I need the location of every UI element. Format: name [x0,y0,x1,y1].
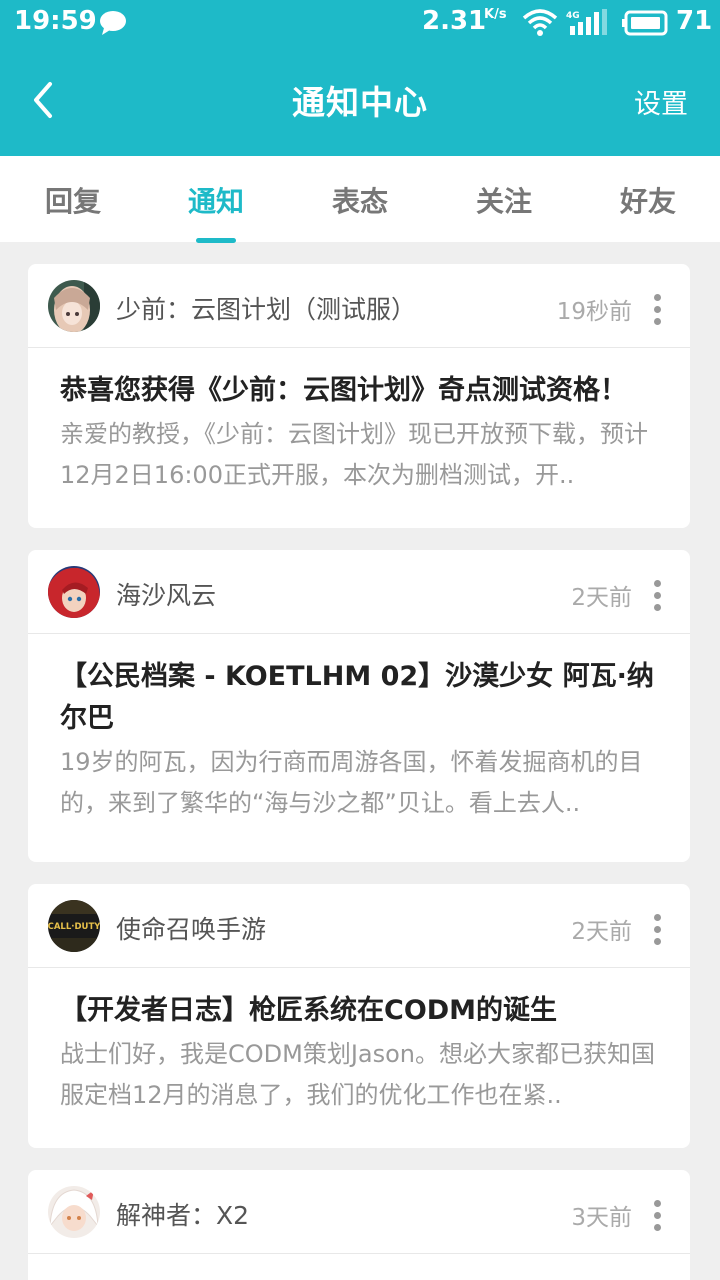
card-header: CALL·DUTY 使命召唤手游 2天前 [28,884,690,968]
notification-title: 恭喜您获得《少前：云图计划》奇点测试资格！ [60,375,627,406]
timestamp: 3天前 [571,1205,632,1231]
tab-bar: 回复 通知 表态 关注 好友 [0,156,720,243]
source-name[interactable]: 解神者：X2 [116,1196,249,1232]
wifi-icon [522,9,558,36]
more-options-icon[interactable] [654,294,662,325]
battery-level: 71 [676,6,713,36]
card-header: 海沙风云 2天前 [28,550,690,634]
card-body: 【开发者日志】枪匠系统在CODM的诞生 战士们好，我是CODM策划Jason。想… [28,968,690,1116]
tab-reactions[interactable]: 表态 [300,180,420,220]
network-speed: 2.31 [422,6,487,36]
anime-girl-avatar-icon [48,280,100,332]
cell-signal-icon: 4G [566,9,607,35]
status-bar: 19:59 2.31 K/s 4G 71 [0,0,720,46]
more-options-icon[interactable] [654,580,662,611]
timestamp: 2天前 [571,919,632,945]
card-body: 恭喜您获得《少前：云图计划》奇点测试资格！ 亲爱的教授，《少前：云图计划》现已开… [28,348,690,496]
card-body: 【公民档案 - KOETLHM 02】沙漠少女 阿瓦·纳尔巴 19岁的阿瓦，因为… [28,634,690,824]
card-header: 解神者：X2 3天前 [28,1170,690,1254]
more-options-icon[interactable] [654,914,662,945]
avatar[interactable] [48,566,100,618]
source-name[interactable]: 海沙风云 [116,576,216,612]
avatar[interactable] [48,1186,100,1238]
avatar-logo-text: CALL·DUTY [48,922,100,932]
notification-excerpt: 亲爱的教授，《少前：云图计划》现已开放预下载，预计12月2日16:00正式开服，… [60,420,648,489]
tab-friends[interactable]: 好友 [588,180,708,220]
network-type-label: 4G [566,11,580,21]
notification-title: 【开发者日志】枪匠系统在CODM的诞生 [60,995,558,1026]
notification-excerpt: 19岁的阿瓦，因为行商而周游各国，怀着发掘商机的目的，来到了繁华的“海与沙之都”… [60,748,643,817]
notification-card[interactable]: 少前：云图计划（测试服） 19秒前 恭喜您获得《少前：云图计划》奇点测试资格！ … [28,264,690,528]
source-name[interactable]: 使命召唤手游 [116,910,266,946]
red-hair-avatar-icon [48,566,100,618]
tab-following[interactable]: 关注 [444,180,564,220]
tab-reply[interactable]: 回复 [13,180,133,220]
network-speed-unit: K/s [484,7,507,22]
avatar[interactable]: CALL·DUTY [48,900,100,952]
call-of-duty-logo-icon: CALL·DUTY [48,900,100,952]
white-hair-avatar-icon [48,1186,100,1238]
active-tab-indicator [196,238,236,243]
status-time: 19:59 [14,6,97,36]
page-title: 通知中心 [292,83,428,122]
notification-excerpt: 战士们好，我是CODM策划Jason。想必大家都已获知国服定档12月的消息了，我… [60,1040,656,1109]
notification-card[interactable]: CALL·DUTY 使命召唤手游 2天前 【开发者日志】枪匠系统在CODM的诞生… [28,884,690,1148]
tab-notifications[interactable]: 通知 [156,180,276,220]
more-options-icon[interactable] [654,1200,662,1231]
notification-title: 【公民档案 - KOETLHM 02】沙漠少女 阿瓦·纳尔巴 [60,661,654,734]
chat-bubble-icon [100,11,126,35]
notification-card[interactable]: 海沙风云 2天前 【公民档案 - KOETLHM 02】沙漠少女 阿瓦·纳尔巴 … [28,550,690,862]
timestamp: 2天前 [571,585,632,611]
source-name[interactable]: 少前：云图计划（测试服） [116,290,416,326]
battery-icon [622,10,668,36]
settings-button[interactable]: 设置 [634,82,688,121]
timestamp: 19秒前 [556,299,632,325]
top-bar: 19:59 2.31 K/s 4G 71 通知中心 设置 [0,0,720,156]
notification-card[interactable]: 解神者：X2 3天前 [28,1170,690,1280]
avatar[interactable] [48,280,100,332]
card-header: 少前：云图计划（测试服） 19秒前 [28,264,690,348]
